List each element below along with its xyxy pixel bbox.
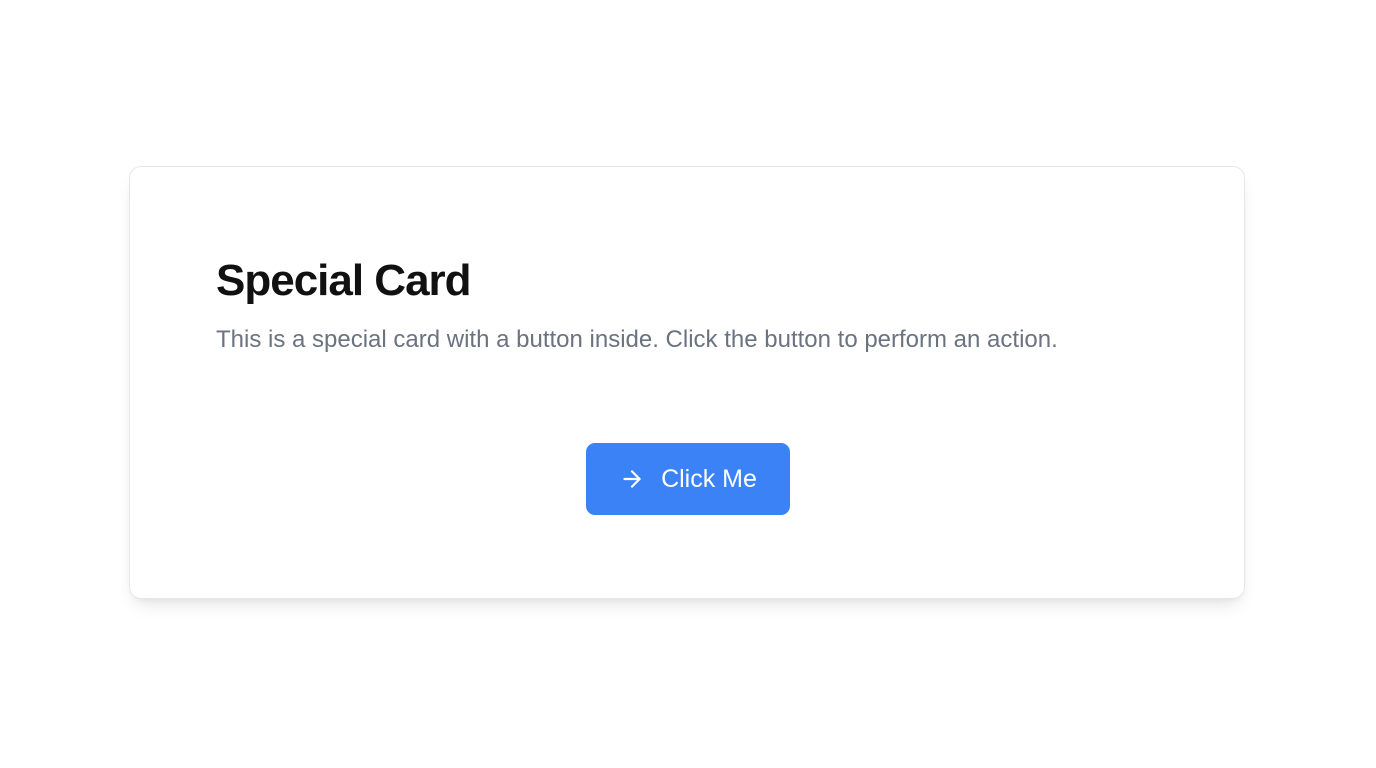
card-title: Special Card [216, 256, 472, 305]
click-me-button[interactable]: Click Me [586, 443, 790, 515]
special-card: Special Card This is a special card with… [129, 166, 1245, 599]
card-description: This is a special card with a button ins… [216, 326, 1058, 353]
button-label: Click Me [661, 465, 757, 493]
arrow-right-icon [619, 466, 645, 492]
page: Special Card This is a special card with… [0, 0, 1376, 768]
